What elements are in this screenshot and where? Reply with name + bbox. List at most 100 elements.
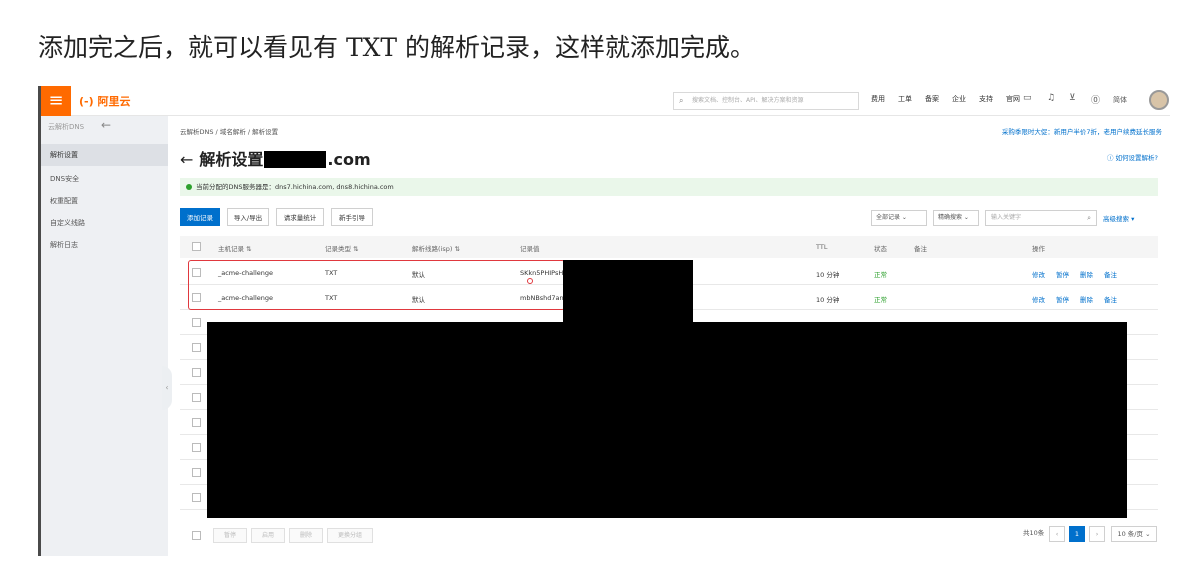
- footer-select-all-checkbox[interactable]: [192, 531, 201, 540]
- search-mode-select[interactable]: 精确搜索 ⌄: [933, 210, 979, 226]
- page-title-prefix: 解析设置: [199, 150, 264, 169]
- batch-delete-button[interactable]: 删除: [289, 528, 323, 543]
- prev-page-button[interactable]: ‹: [1049, 526, 1065, 542]
- header-ttl: TTL: [816, 243, 828, 251]
- redacted-domain: [264, 151, 327, 168]
- delete-link[interactable]: 删除: [1080, 269, 1093, 279]
- page-size-label: 10 条/页: [1117, 530, 1143, 538]
- screenshot-frame: ≡ (-) 阿里云 ⌕ 搜索文档、控制台、API、解决方案和资源 费用 工单 备案 企…: [38, 86, 1170, 556]
- header-actions: 操作: [1032, 245, 1045, 253]
- row-checkbox[interactable]: [192, 443, 201, 452]
- nav-enterprise[interactable]: 企业: [952, 94, 966, 104]
- row-checkbox[interactable]: [192, 418, 201, 427]
- row-checkbox[interactable]: [192, 393, 201, 402]
- language-icon[interactable]: 简体: [1113, 95, 1127, 105]
- change-group-button[interactable]: 更换分组: [327, 528, 373, 543]
- keyword-input[interactable]: 输入关键字 ⌕: [985, 210, 1097, 226]
- dns-notice-text: 当前分配的DNS服务器是：dns7.hichina.com, dns8.hich…: [196, 183, 394, 191]
- header-host[interactable]: 主机记录 ⇅: [218, 243, 252, 253]
- header-remark: 备注: [914, 245, 927, 253]
- import-export-button[interactable]: 导入/导出: [227, 208, 269, 226]
- cursor-marker: [527, 278, 533, 284]
- row-checkbox[interactable]: [192, 318, 201, 327]
- highlight-box: [188, 260, 565, 310]
- top-nav: 费用 工单 备案 企业 支持 官网: [871, 94, 1033, 104]
- next-page-button[interactable]: ›: [1089, 526, 1105, 542]
- sidebar-item-logs[interactable]: 解析日志: [41, 234, 168, 256]
- delete-link[interactable]: 删除: [1080, 294, 1093, 304]
- row-checkbox[interactable]: [192, 368, 201, 377]
- sidebar: 云解析DNS ← 解析设置 DNS安全 权重配置 自定义线路 解析日志: [41, 116, 168, 556]
- guide-button[interactable]: 新手引导: [331, 208, 373, 226]
- menu-icon[interactable]: ≡: [41, 86, 71, 116]
- promo-link[interactable]: 采购季限时大促：新用户半价7折，老用户续费延长服务: [1002, 126, 1162, 136]
- redaction-block: [207, 322, 1127, 518]
- logo[interactable]: (-) 阿里云: [79, 93, 130, 109]
- breadcrumb: 云解析DNS / 域名解析 / 解析设置: [180, 128, 279, 136]
- search-icon[interactable]: ⌕: [1087, 211, 1091, 225]
- search-icon: ⌕: [679, 96, 684, 105]
- header-type-label: 记录类型: [325, 245, 351, 253]
- select-all-checkbox[interactable]: [192, 242, 201, 251]
- sidebar-item-dns-settings[interactable]: 解析设置: [41, 144, 168, 166]
- caption-text: 添加完之后，就可以看见有 TXT 的解析记录，这样就添加完成。: [38, 33, 756, 62]
- sidebar-item-weight[interactable]: 权重配置: [41, 190, 168, 212]
- add-record-button[interactable]: 添加记录: [180, 208, 220, 226]
- page-title: ← 解析设置 .com: [180, 146, 371, 170]
- help-link[interactable]: ⓘ 如何设置解析?: [1107, 152, 1158, 162]
- cell-ttl: 10 分钟: [816, 271, 840, 279]
- header-line-label: 解析线路(isp): [412, 245, 453, 253]
- cart-icon[interactable]: ⊻: [1069, 93, 1076, 103]
- stats-button[interactable]: 请求量统计: [276, 208, 324, 226]
- redaction-block: [563, 260, 693, 322]
- back-arrow-icon[interactable]: ←: [101, 118, 111, 132]
- search-input[interactable]: ⌕ 搜索文档、控制台、API、解决方案和资源: [673, 92, 859, 110]
- screen-icon[interactable]: ▭: [1023, 93, 1032, 103]
- help-icon[interactable]: ⓪: [1091, 93, 1100, 106]
- page-size-select[interactable]: 10 条/页 ⌄: [1111, 526, 1157, 542]
- page-title-suffix: .com: [327, 150, 371, 169]
- sidebar-title: 云解析DNS: [48, 123, 85, 131]
- search-placeholder: 搜索文档、控制台、API、解决方案和资源: [692, 97, 804, 104]
- cell-ttl: 10 分钟: [816, 296, 840, 304]
- check-icon: [186, 184, 192, 190]
- total-count: 共10条: [1023, 529, 1045, 537]
- header-host-label: 主机记录: [218, 245, 244, 253]
- row-checkbox[interactable]: [192, 493, 201, 502]
- pause-link[interactable]: 暂停: [1056, 294, 1069, 304]
- avatar[interactable]: [1149, 90, 1169, 110]
- header-value: 记录值: [520, 245, 540, 253]
- nav-support[interactable]: 支持: [979, 94, 993, 104]
- header-type[interactable]: 记录类型 ⇅: [325, 243, 359, 253]
- page-number[interactable]: 1: [1069, 526, 1085, 542]
- row-checkbox[interactable]: [192, 343, 201, 352]
- nav-ticket[interactable]: 工单: [898, 94, 912, 104]
- remark-link[interactable]: 备注: [1104, 269, 1117, 279]
- header-line[interactable]: 解析线路(isp) ⇅: [412, 243, 460, 253]
- help-link-label: 如何设置解析?: [1115, 154, 1158, 162]
- bell-icon[interactable]: ♫: [1047, 93, 1055, 103]
- remark-link[interactable]: 备注: [1104, 294, 1117, 304]
- sidebar-item-custom-line[interactable]: 自定义线路: [41, 212, 168, 234]
- dns-notice: 当前分配的DNS服务器是：dns7.hichina.com, dns8.hich…: [180, 178, 1158, 196]
- cell-status: 正常: [874, 296, 887, 304]
- advanced-search-label: 高级搜索: [1103, 215, 1129, 223]
- sidebar-item-dns-security[interactable]: DNS安全: [41, 168, 168, 190]
- nav-fee[interactable]: 费用: [871, 94, 885, 104]
- edit-link[interactable]: 修改: [1032, 269, 1045, 279]
- edit-link[interactable]: 修改: [1032, 294, 1045, 304]
- cell-status: 正常: [874, 271, 887, 279]
- row-checkbox[interactable]: [192, 468, 201, 477]
- record-filter-select[interactable]: 全部记录 ⌄: [871, 210, 927, 226]
- search-mode-label: 精确搜索: [938, 214, 963, 221]
- nav-home[interactable]: 官网: [1006, 94, 1020, 104]
- record-filter-label: 全部记录: [876, 214, 901, 221]
- back-arrow-icon[interactable]: ←: [180, 150, 193, 169]
- advanced-search-link[interactable]: 高级搜索 ▾: [1103, 213, 1134, 223]
- keyword-placeholder: 输入关键字: [991, 214, 1022, 221]
- nav-filing[interactable]: 备案: [925, 94, 939, 104]
- collapse-handle[interactable]: ‹: [162, 366, 172, 410]
- batch-pause-button[interactable]: 暂停: [213, 528, 247, 543]
- pause-link[interactable]: 暂停: [1056, 269, 1069, 279]
- batch-enable-button[interactable]: 启用: [251, 528, 285, 543]
